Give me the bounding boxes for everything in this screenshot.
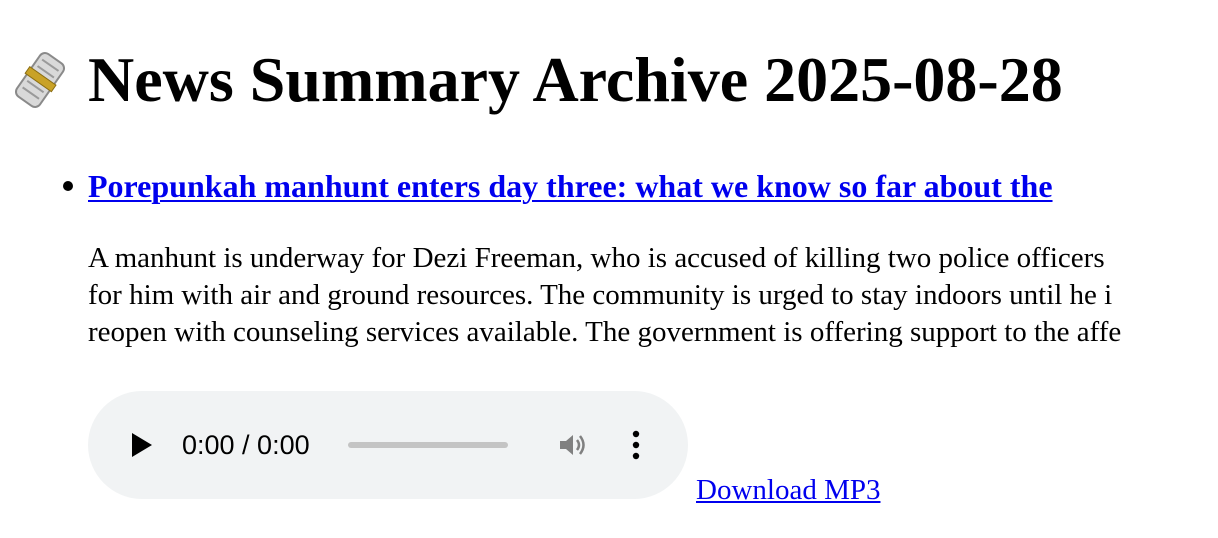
article-summary: A manhunt is underway for Dezi Freeman, … xyxy=(88,240,1218,351)
time-display: 0:00 / 0:00 xyxy=(182,430,310,460)
page-title: News Summary Archive 2025-08-28 xyxy=(88,44,1063,115)
more-options-icon[interactable] xyxy=(628,429,644,461)
page: News Summary Archive 2025-08-28 Porepunk… xyxy=(0,0,1218,538)
download-mp3-link[interactable]: Download MP3 xyxy=(696,473,880,507)
article-list: Porepunkah manhunt enters day three: wha… xyxy=(0,160,1218,506)
article-title-link[interactable]: Porepunkah manhunt enters day three: wha… xyxy=(88,160,1218,212)
progress-slider[interactable] xyxy=(348,442,508,448)
play-icon[interactable] xyxy=(132,433,152,457)
newspaper-icon xyxy=(14,52,66,108)
summary-line: reopen with counseling services availabl… xyxy=(88,316,1122,348)
summary-line: A manhunt is underway for Dezi Freeman, … xyxy=(88,242,1105,274)
volume-icon[interactable] xyxy=(556,429,588,461)
page-heading: News Summary Archive 2025-08-28 xyxy=(8,40,1063,120)
summary-line: for him with air and ground resources. T… xyxy=(88,279,1113,311)
bullet-icon xyxy=(63,181,73,191)
media-row: 0:00 / 0:00 Download MP3 xyxy=(88,391,1218,506)
list-item: Porepunkah manhunt enters day three: wha… xyxy=(0,160,1218,506)
audio-player[interactable]: 0:00 / 0:00 xyxy=(88,391,688,499)
